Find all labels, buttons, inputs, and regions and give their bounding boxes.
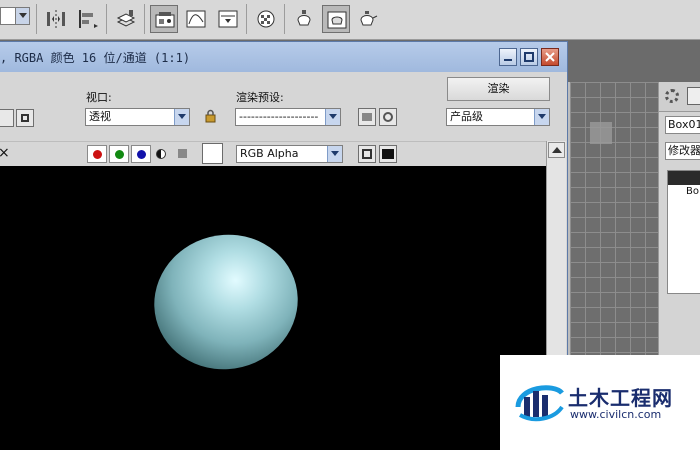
green-channel-button[interactable] <box>109 145 129 163</box>
modifier-stack-item[interactable]: Bo <box>668 185 700 199</box>
toolbar-separator <box>284 4 285 34</box>
teapot-icon[interactable] <box>322 5 350 33</box>
mono-icon[interactable] <box>178 149 187 158</box>
toolbar-separator <box>36 4 37 34</box>
scroll-up-button[interactable] <box>548 142 565 158</box>
region-icon[interactable] <box>16 109 34 127</box>
window-title: , RGBA 颜色 16 位/通道 (1:1) <box>0 51 191 65</box>
display-icon[interactable] <box>379 145 397 163</box>
window-titlebar[interactable]: , RGBA 颜色 16 位/通道 (1:1) <box>0 42 567 72</box>
quick-render-icon[interactable] <box>354 5 382 33</box>
watermark-logo <box>515 385 564 422</box>
quality-value: 产品级 <box>450 110 483 123</box>
viewport-value: 透视 <box>89 110 111 123</box>
toolbar-separator <box>106 4 107 34</box>
blue-channel-button[interactable] <box>131 145 151 163</box>
minimize-button[interactable] <box>499 48 517 66</box>
environment-icon[interactable] <box>379 108 397 126</box>
close-button[interactable] <box>541 48 559 66</box>
clear-icon[interactable]: × <box>0 145 10 161</box>
command-panel-tabs[interactable] <box>659 82 700 112</box>
watermark-url: www.civilcn.com <box>570 408 662 421</box>
rendered-sphere <box>139 219 313 385</box>
viewport-label: 视口: <box>86 91 112 104</box>
quality-dropdown[interactable]: 产品级 <box>446 108 550 126</box>
modifier-list-dropdown[interactable]: 修改器 <box>665 142 700 160</box>
selection-filter-dropdown[interactable] <box>0 7 30 25</box>
toolbar-separator <box>144 4 145 34</box>
perspective-viewport[interactable] <box>568 82 658 372</box>
watermark: 土木工程网 www.civilcn.com <box>500 355 700 450</box>
render-button[interactable]: 渲染 <box>447 77 550 101</box>
modifier-stack[interactable]: Bo <box>667 170 700 294</box>
red-channel-button[interactable] <box>87 145 107 163</box>
render-frame-icon[interactable] <box>290 5 318 33</box>
mirror-icon[interactable] <box>42 5 70 33</box>
channel-value: RGB Alpha <box>240 147 299 160</box>
dope-sheet-icon[interactable] <box>214 5 242 33</box>
preset-value: -------------------- <box>239 110 319 123</box>
render-setup-icon[interactable] <box>150 5 178 33</box>
modify-tab-icon[interactable] <box>687 87 700 105</box>
watermark-title: 土木工程网 <box>568 386 673 410</box>
alpha-icon[interactable] <box>156 149 166 159</box>
main-toolbar <box>0 0 700 40</box>
box-object[interactable] <box>590 122 612 144</box>
hand-icon[interactable] <box>0 109 14 127</box>
lock-icon[interactable] <box>202 108 220 126</box>
viewport-dropdown[interactable]: 透视 <box>85 108 190 126</box>
channel-dropdown[interactable]: RGB Alpha <box>236 145 343 163</box>
rendered-frame-window: , RGBA 颜色 16 位/通道 (1:1) 视口: 透视 渲染预设: ---… <box>0 41 568 450</box>
channel-toolbar: × RGB Alpha <box>0 141 550 165</box>
render-canvas[interactable] <box>0 166 546 450</box>
color-swatch[interactable] <box>202 143 223 164</box>
preset-dropdown[interactable]: -------------------- <box>235 108 341 126</box>
render-setup-button[interactable] <box>358 108 376 126</box>
object-name-field[interactable]: Box01 <box>665 116 700 134</box>
preset-label: 渲染预设: <box>236 91 284 104</box>
layer-icon[interactable] <box>112 5 140 33</box>
display-toggle-button[interactable] <box>358 145 376 163</box>
gear-icon[interactable] <box>665 89 679 103</box>
maximize-button[interactable] <box>520 48 538 66</box>
material-editor-icon[interactable] <box>252 5 280 33</box>
toolbar-separator <box>246 4 247 34</box>
curve-editor-icon[interactable] <box>182 5 210 33</box>
align-icon[interactable] <box>74 5 102 33</box>
modifier-stack-header <box>668 171 700 185</box>
